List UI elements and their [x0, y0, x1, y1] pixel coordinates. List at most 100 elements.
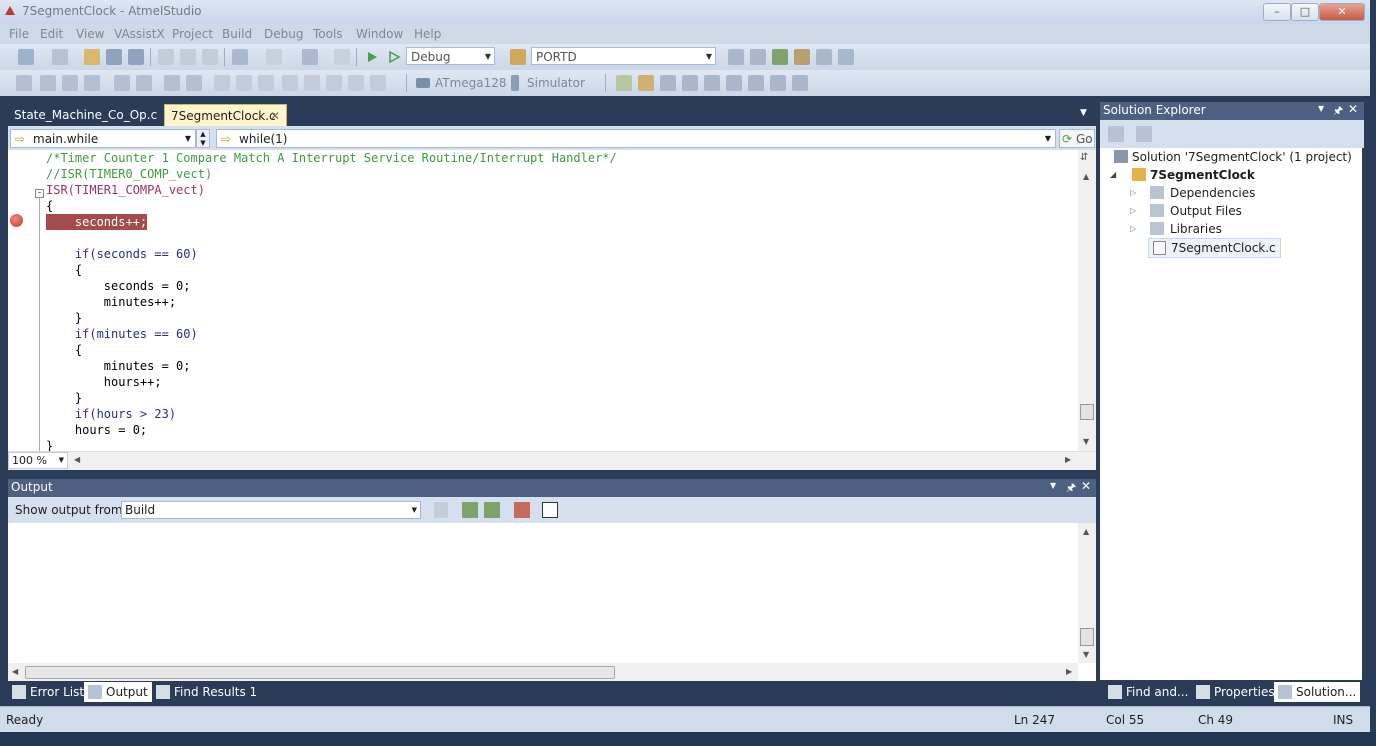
- tree-project[interactable]: ◢ 7SegmentClock: [1110, 166, 1255, 184]
- new-project-icon[interactable]: [18, 49, 34, 65]
- clear-bookmarks-icon[interactable]: [326, 75, 342, 91]
- scroll-thumb[interactable]: [1080, 628, 1094, 646]
- properties-window-icon[interactable]: [794, 49, 810, 65]
- undo-icon[interactable]: [232, 49, 248, 65]
- pin-icon[interactable]: 🖈: [1333, 102, 1343, 121]
- find-icon[interactable]: [728, 49, 744, 65]
- scope-combo[interactable]: ⇨ main.while ▼: [10, 129, 196, 148]
- word-wrap-icon[interactable]: [542, 502, 558, 518]
- bookmark-icon[interactable]: [214, 75, 230, 91]
- output-vertical-scrollbar[interactable]: ▲ ▼: [1078, 523, 1096, 663]
- menu-vassistx[interactable]: VAssistX: [114, 27, 165, 41]
- tab-find-and[interactable]: Find and...: [1104, 682, 1192, 702]
- device-programming-icon[interactable]: [616, 75, 632, 91]
- maximize-button[interactable]: □: [1291, 3, 1319, 21]
- paste-icon[interactable]: [202, 49, 218, 65]
- scroll-left-icon[interactable]: ◀: [12, 667, 18, 676]
- code-editor[interactable]: /*Timer Counter 1 Compare Match A Interr…: [8, 150, 1078, 451]
- close-icon[interactable]: ✕: [1081, 479, 1091, 493]
- tab-find-results[interactable]: Find Results 1: [152, 682, 261, 702]
- scroll-down-icon[interactable]: ▼: [1083, 650, 1089, 659]
- menu-view[interactable]: View: [76, 27, 104, 41]
- zoom-select[interactable]: 100 % ▼: [8, 452, 68, 469]
- tab-properties[interactable]: Properties: [1192, 682, 1279, 702]
- toolbox-icon[interactable]: [816, 49, 832, 65]
- scroll-right-icon[interactable]: ▶: [1065, 455, 1071, 464]
- class-view-icon[interactable]: [772, 49, 788, 65]
- menu-help[interactable]: Help: [414, 27, 441, 41]
- solution-explorer-icon[interactable]: [750, 49, 766, 65]
- io-view-icon[interactable]: [660, 75, 676, 91]
- output-horizontal-scrollbar[interactable]: ◀ ▶: [8, 663, 1078, 681]
- tab-output[interactable]: Output: [84, 682, 152, 702]
- menu-debug[interactable]: Debug: [264, 27, 303, 41]
- font-size-icon[interactable]: [84, 75, 100, 91]
- spellcheck-icon[interactable]: [770, 75, 786, 91]
- close-button[interactable]: ✕: [1319, 3, 1365, 21]
- tab-state-machine[interactable]: State_Machine_Co_Op.c: [8, 104, 164, 126]
- properties-icon[interactable]: [1108, 126, 1124, 142]
- tab-solution-explorer[interactable]: Solution...: [1274, 682, 1361, 702]
- scroll-left-icon[interactable]: ◀: [74, 455, 80, 464]
- redo-icon[interactable]: [266, 49, 282, 65]
- scroll-thumb[interactable]: [1080, 404, 1094, 420]
- tree-folder-dependencies[interactable]: ▷ Dependencies: [1130, 184, 1255, 202]
- next-bookmark-icon[interactable]: [258, 75, 274, 91]
- save-all-icon[interactable]: [128, 49, 144, 65]
- scroll-down-icon[interactable]: ▼: [1083, 437, 1089, 446]
- split-icon[interactable]: ⇵: [1080, 152, 1088, 163]
- tab-7segmentclock[interactable]: 7SegmentClock.c ✕: [164, 104, 287, 126]
- output-source-select[interactable]: Build ▼: [121, 501, 421, 519]
- previous-bookmark-icon[interactable]: [236, 75, 252, 91]
- pin-icon[interactable]: 🖈: [1066, 479, 1076, 498]
- panel-menu-icon[interactable]: ▼: [1318, 104, 1324, 113]
- panel-menu-icon[interactable]: ▼: [1050, 481, 1056, 490]
- save-icon[interactable]: [106, 49, 122, 65]
- navigate-back-icon[interactable]: [302, 49, 318, 65]
- disassembly-icon[interactable]: [748, 75, 764, 91]
- bookmark-window-icon[interactable]: [348, 75, 364, 91]
- close-tab-icon[interactable]: ✕: [270, 105, 280, 127]
- configuration-select[interactable]: Debug ▼: [406, 47, 495, 65]
- next-message-icon[interactable]: [484, 502, 500, 518]
- spelling-icon[interactable]: [62, 75, 78, 91]
- find-combo[interactable]: PORTD ▼: [531, 47, 716, 65]
- uncomment-icon[interactable]: [186, 75, 202, 91]
- menu-tools[interactable]: Tools: [313, 27, 343, 41]
- processor-icon[interactable]: [682, 75, 698, 91]
- format-icon[interactable]: [16, 75, 32, 91]
- tab-list-icon[interactable]: ▼: [1080, 108, 1087, 118]
- prev-folder-bookmark-icon[interactable]: [282, 75, 298, 91]
- device-label[interactable]: ATmega128: [435, 76, 507, 90]
- previous-message-icon[interactable]: [462, 502, 478, 518]
- member-combo[interactable]: ⇨ while(1) ▼: [216, 129, 1056, 148]
- menu-edit[interactable]: Edit: [40, 27, 63, 41]
- menu-window[interactable]: Window: [356, 27, 403, 41]
- toggle-icon[interactable]: [370, 75, 386, 91]
- editor-vertical-scrollbar[interactable]: ⇵ ▲ ▼: [1078, 150, 1096, 451]
- scroll-up-icon[interactable]: ▲: [1083, 172, 1089, 181]
- tree-solution[interactable]: Solution '7SegmentClock' (1 project): [1112, 148, 1352, 166]
- tree-folder-output-files[interactable]: ▷ Output Files: [1130, 202, 1242, 220]
- open-file-icon[interactable]: [84, 49, 100, 65]
- minimize-button[interactable]: –: [1263, 3, 1291, 21]
- command-window-icon[interactable]: [838, 49, 854, 65]
- tool-label[interactable]: Simulator: [527, 76, 585, 90]
- goto-source-icon[interactable]: [434, 502, 448, 518]
- find-in-files-icon[interactable]: [510, 49, 526, 65]
- indent-icon[interactable]: [136, 75, 152, 91]
- start-debugging-icon[interactable]: [364, 49, 380, 65]
- menu-file[interactable]: File: [9, 27, 29, 41]
- close-icon[interactable]: ✕: [1348, 102, 1358, 116]
- comment-icon[interactable]: [164, 75, 180, 91]
- navigate-forward-icon[interactable]: [334, 49, 350, 65]
- clear-all-icon[interactable]: [514, 502, 530, 518]
- start-without-debugging-icon[interactable]: [386, 49, 402, 65]
- outdent-icon[interactable]: [114, 75, 130, 91]
- copy-icon[interactable]: [180, 49, 196, 65]
- scroll-right-icon[interactable]: ▶: [1066, 667, 1072, 676]
- watch-icon[interactable]: [792, 75, 808, 91]
- scope-spinner[interactable]: ▲ ▼: [196, 129, 210, 148]
- go-button[interactable]: ⟳ Go: [1059, 129, 1095, 148]
- tab-error-list[interactable]: Error List: [8, 682, 88, 702]
